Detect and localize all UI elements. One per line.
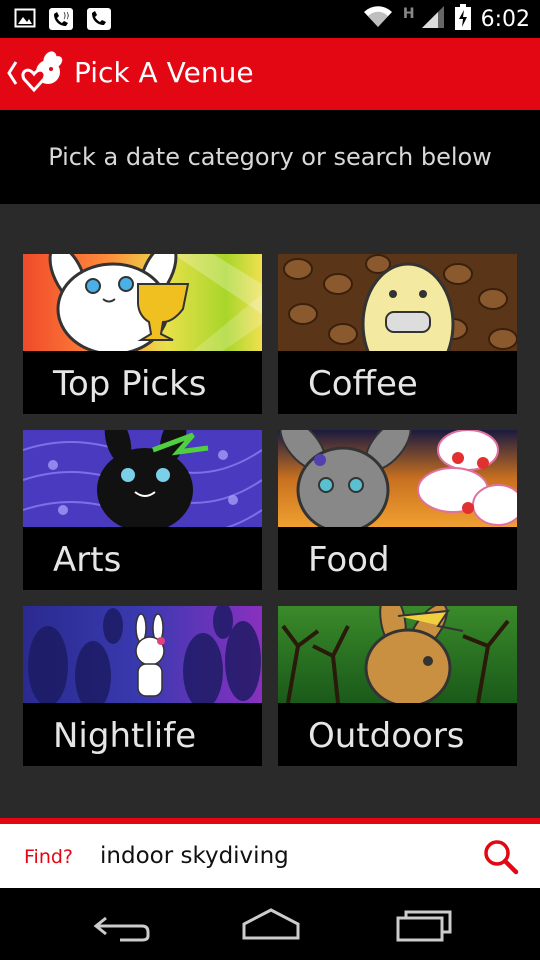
subheader: Pick a date category or search below: [0, 110, 540, 204]
missed-call-icon: )): [48, 7, 74, 35]
heart-bunny-logo-icon[interactable]: [20, 50, 66, 100]
wifi-icon: [363, 5, 393, 33]
category-label: Top Picks: [53, 364, 207, 404]
subheader-text: Pick a date category or search below: [48, 143, 492, 171]
gray-bunny-with-cupcakes-image: [278, 430, 517, 527]
category-grid: Top Picks Coffee Arts Food Nightlife Out…: [0, 204, 540, 818]
bunny-with-trophy-image: [23, 254, 262, 351]
svg-text:)): )): [63, 11, 69, 20]
category-tile-coffee[interactable]: Coffee: [278, 254, 517, 414]
action-bar: Pick A Venue: [0, 38, 540, 110]
find-label: Find?: [24, 846, 74, 868]
category-tile-outdoors[interactable]: Outdoors: [278, 606, 517, 766]
category-tile-nightlife[interactable]: Nightlife: [23, 606, 262, 766]
bunny-drinking-coffee-image: [278, 254, 517, 351]
chevron-left-icon[interactable]: [6, 58, 18, 92]
category-tile-food[interactable]: Food: [278, 430, 517, 590]
clock: 6:02: [480, 6, 530, 32]
category-label: Coffee: [308, 364, 418, 404]
home-icon[interactable]: [236, 906, 306, 942]
recent-apps-icon[interactable]: [388, 906, 458, 942]
category-label: Food: [308, 540, 390, 580]
navigation-bar: [0, 888, 540, 960]
brown-bunny-in-forest-image: [278, 606, 517, 703]
status-bar: )) H 6:02: [0, 0, 540, 38]
category-label: Nightlife: [53, 716, 197, 756]
search-bar: Find?: [0, 818, 540, 888]
black-bunny-with-music-notes-image: [23, 430, 262, 527]
search-icon[interactable]: [482, 838, 520, 876]
image-icon: [14, 7, 36, 35]
search-input[interactable]: [100, 838, 460, 874]
network-type-label: H: [402, 6, 415, 22]
category-tile-arts[interactable]: Arts: [23, 430, 262, 590]
bunny-on-dance-floor-image: [23, 606, 262, 703]
page-title: Pick A Venue: [74, 56, 254, 89]
category-label: Arts: [53, 540, 122, 580]
signal-icon: [421, 5, 445, 33]
back-icon[interactable]: [84, 906, 154, 942]
category-label: Outdoors: [308, 716, 465, 756]
battery-charging-icon: [454, 4, 471, 34]
call-icon: [86, 7, 112, 35]
category-tile-top-picks[interactable]: Top Picks: [23, 254, 262, 414]
